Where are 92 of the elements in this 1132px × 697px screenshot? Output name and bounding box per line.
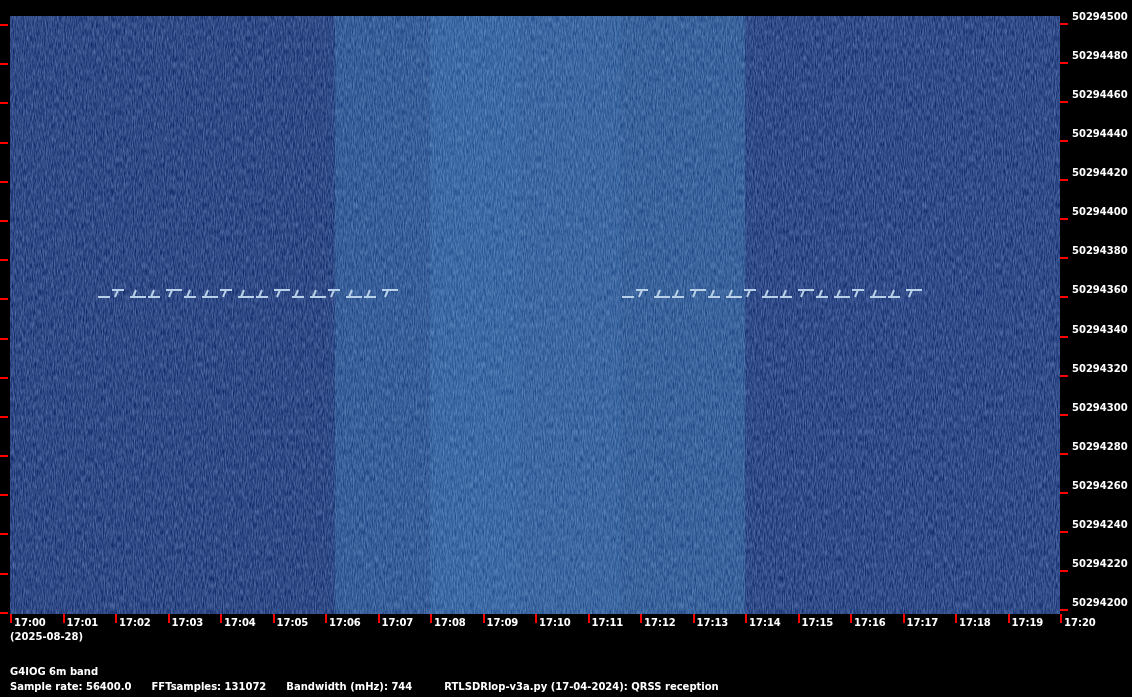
tick-mark [1060, 257, 1068, 260]
frequency-label: 50294300 [1072, 402, 1128, 413]
time-label: 17:05 [276, 618, 309, 628]
time-label: 17:06 [329, 618, 361, 628]
tick-mark [1060, 335, 1068, 338]
time-label: 17:02 [119, 618, 151, 628]
tick-mark [1060, 101, 1068, 104]
tick-mark [377, 614, 380, 623]
tick-mark [0, 219, 8, 222]
tick-mark [482, 614, 485, 623]
tick-mark [272, 614, 275, 623]
station-label: G4IOG 6m band [10, 666, 99, 677]
tick-mark [1060, 179, 1068, 182]
frequency-label: 50294200 [1072, 597, 1128, 608]
frequency-label: 50294460 [1072, 90, 1128, 101]
tick-mark [0, 298, 8, 301]
tick-mark [850, 614, 852, 623]
tick-mark [1060, 452, 1068, 455]
tick-mark [0, 533, 8, 536]
info-text: Sample rate: 56400.0 [10, 682, 132, 692]
tick-mark [0, 102, 8, 105]
tick-mark [220, 614, 222, 623]
tick-mark [0, 415, 8, 418]
frequency-label: 50294320 [1072, 363, 1128, 374]
time-label: 17:00 [14, 618, 46, 628]
tick-mark [325, 614, 327, 623]
tick-mark [1060, 140, 1068, 143]
frequency-label: 50294480 [1072, 51, 1128, 62]
tick-mark [1060, 23, 1068, 25]
time-label: 17:12 [644, 618, 676, 628]
time-label: 17:01 [66, 618, 99, 628]
info-text: FFTsamples: 131072 [151, 682, 267, 692]
frequency-label: 50294360 [1072, 285, 1128, 296]
time-label: 17:10 [539, 618, 571, 628]
tick-mark [0, 494, 8, 497]
tick-mark [640, 614, 642, 623]
tick-mark [1060, 296, 1068, 299]
tick-mark [0, 455, 8, 458]
frequency-label: 50294380 [1072, 246, 1128, 257]
tick-mark [430, 614, 432, 623]
time-label: 17:04 [224, 618, 256, 628]
tick-mark [797, 614, 800, 623]
frequency-label: 50294260 [1072, 480, 1128, 491]
time-label: 17:11 [591, 618, 624, 628]
tick-mark [1060, 569, 1068, 572]
frequency-label: 50294400 [1072, 207, 1128, 218]
time-label: 17:09 [486, 618, 519, 628]
frequency-label: 50294240 [1072, 519, 1128, 530]
time-label: 17:19 [1011, 618, 1044, 628]
tick-mark [535, 614, 537, 623]
frequency-label: 50294340 [1072, 324, 1128, 335]
frequency-label: 50294440 [1072, 129, 1128, 140]
time-label: 17:03 [171, 618, 204, 628]
tick-mark [1060, 491, 1068, 494]
tick-mark [0, 63, 8, 66]
time-label: 17:15 [801, 618, 834, 628]
tick-mark [0, 259, 8, 262]
time-label: 17:08 [434, 618, 466, 628]
info-text: RTLSDRlop-v3a.py (17-04-2024): QRSS reception [444, 682, 719, 692]
tick-mark [0, 141, 8, 144]
time-label: 17:20 [1064, 618, 1096, 628]
time-label: 17:18 [959, 618, 991, 628]
tick-mark [62, 614, 65, 623]
frequency-label: 50294220 [1072, 558, 1128, 569]
tick-mark [955, 614, 957, 623]
tick-mark [1060, 218, 1068, 221]
time-label: 17:07 [381, 618, 414, 628]
time-label: 17:13 [696, 618, 729, 628]
tick-mark [1060, 530, 1068, 533]
time-label: 17:17 [906, 618, 939, 628]
tick-mark [692, 614, 695, 623]
tick-mark [115, 614, 117, 623]
tick-mark [1007, 614, 1010, 623]
time-label: 17:16 [854, 618, 886, 628]
tick-mark [1060, 374, 1068, 377]
tick-mark [0, 337, 8, 340]
tick-mark [0, 24, 8, 26]
frequency-label: 50294500 [1072, 12, 1128, 22]
tick-mark [0, 376, 8, 379]
frequency-label: 50294420 [1072, 168, 1128, 179]
date-label: (2025-08-28) [10, 631, 84, 642]
tick-mark [745, 614, 747, 623]
info-text: Bandwidth (mHz): 744 [286, 682, 413, 692]
frequency-label: 50294280 [1072, 441, 1128, 452]
tick-mark [0, 180, 8, 183]
tick-mark [587, 614, 590, 623]
time-label: 17:14 [749, 618, 781, 628]
tick-mark [167, 614, 170, 623]
tick-mark [902, 614, 905, 623]
tick-mark [1060, 413, 1068, 416]
tick-mark [1060, 62, 1068, 65]
tick-mark [0, 572, 8, 575]
